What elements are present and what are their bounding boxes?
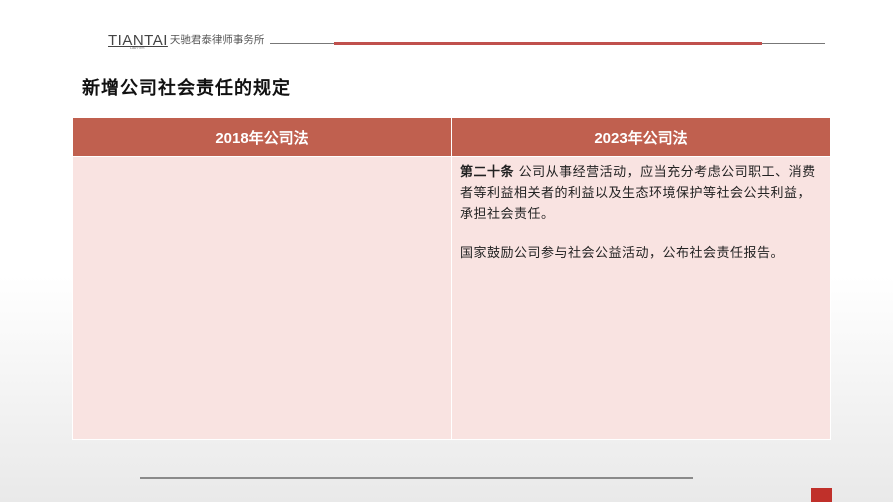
slide-title: 新增公司社会责任的规定 bbox=[82, 78, 291, 99]
corner-accent-square bbox=[811, 488, 832, 502]
firm-name: 天驰君泰律师事务所 bbox=[169, 34, 265, 46]
article-paragraph-2: 国家鼓励公司参与社会公益活动，公布社会责任报告。 bbox=[460, 246, 785, 261]
table-header-row: 2018年公司法 2023年公司法 bbox=[72, 117, 831, 157]
firm-logo: TIANTAI Law Firm 天驰君泰律师事务所 bbox=[108, 31, 265, 50]
column-header-2023: 2023年公司法 bbox=[451, 117, 831, 157]
table-row: 第二十条 公司从事经营活动，应当充分考虑公司职工、消费者等利益相关者的利益以及生… bbox=[72, 156, 831, 440]
logo-subtitle: Law Firm bbox=[130, 46, 145, 50]
article-text: 第二十条 公司从事经营活动，应当充分考虑公司职工、消费者等利益相关者的利益以及生… bbox=[452, 157, 830, 264]
comparison-table: 2018年公司法 2023年公司法 第二十条 公司从事经营活动，应当充分考虑公司… bbox=[72, 117, 831, 440]
cell-2023-law: 第二十条 公司从事经营活动，应当充分考虑公司职工、消费者等利益相关者的利益以及生… bbox=[451, 156, 831, 440]
article-number: 第二十条 bbox=[460, 165, 515, 180]
header-accent-bar bbox=[334, 42, 762, 45]
cell-2018-law bbox=[72, 156, 452, 440]
footer-divider bbox=[140, 477, 693, 479]
column-header-2018: 2018年公司法 bbox=[72, 117, 452, 157]
article-paragraph-1: 公司从事经营活动，应当充分考虑公司职工、消费者等利益相关者的利益以及生态环境保护… bbox=[460, 165, 816, 222]
